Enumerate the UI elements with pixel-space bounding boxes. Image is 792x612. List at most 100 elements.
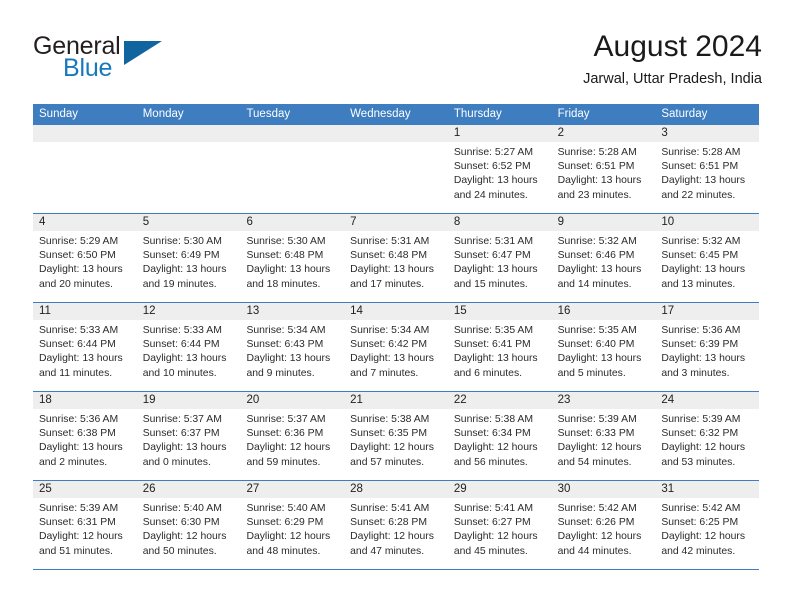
- day-number: 8: [447, 214, 552, 231]
- day-cell[interactable]: 27 Sunrise: 5:40 AM Sunset: 6:29 PM Dayl…: [240, 481, 345, 569]
- sunrise-text: Sunrise: 5:37 AM: [142, 414, 222, 425]
- day-details: Sunrise: 5:38 AM Sunset: 6:34 PM Dayligh…: [448, 409, 552, 476]
- day-cell[interactable]: 24 Sunrise: 5:39 AM Sunset: 6:32 PM Dayl…: [655, 392, 760, 480]
- day-details: Sunrise: 5:28 AM Sunset: 6:51 PM Dayligh…: [552, 142, 656, 209]
- day-details: Sunrise: 5:35 AM Sunset: 6:41 PM Dayligh…: [448, 320, 552, 387]
- day-cell[interactable]: [33, 125, 137, 213]
- day-details: Sunrise: 5:30 AM Sunset: 6:48 PM Dayligh…: [240, 231, 344, 298]
- day-number: 9: [551, 214, 656, 231]
- sunrise-text: Sunrise: 5:35 AM: [557, 325, 637, 336]
- daylight-text-line1: Daylight: 13 hours: [661, 175, 746, 187]
- daylight-text-line1: Daylight: 13 hours: [39, 264, 123, 276]
- daylight-text-line2: and 3 minutes.: [661, 367, 730, 379]
- sunrise-text: Sunrise: 5:42 AM: [661, 503, 741, 514]
- daylight-text-line1: Daylight: 13 hours: [142, 442, 227, 454]
- day-cell[interactable]: [344, 125, 448, 213]
- day-cell[interactable]: 14 Sunrise: 5:34 AM Sunset: 6:42 PM Dayl…: [344, 303, 448, 391]
- day-cell[interactable]: 29 Sunrise: 5:41 AM Sunset: 6:27 PM Dayl…: [447, 481, 552, 569]
- sunset-text: Sunset: 6:26 PM: [557, 517, 635, 529]
- day-number: 11: [33, 303, 137, 320]
- day-cell[interactable]: 11 Sunrise: 5:33 AM Sunset: 6:44 PM Dayl…: [33, 303, 137, 391]
- day-number: 4: [33, 214, 137, 231]
- day-details: [33, 142, 137, 152]
- day-cell[interactable]: 30 Sunrise: 5:42 AM Sunset: 6:26 PM Dayl…: [551, 481, 656, 569]
- daylight-text-line2: and 6 minutes.: [453, 367, 523, 379]
- day-cell[interactable]: 23 Sunrise: 5:39 AM Sunset: 6:33 PM Dayl…: [551, 392, 656, 480]
- day-details: Sunrise: 5:28 AM Sunset: 6:51 PM Dayligh…: [655, 142, 759, 209]
- day-number: 30: [551, 481, 656, 498]
- day-cell[interactable]: 26 Sunrise: 5:40 AM Sunset: 6:30 PM Dayl…: [136, 481, 241, 569]
- sunset-text: Sunset: 6:28 PM: [350, 517, 427, 529]
- day-number: 5: [136, 214, 241, 231]
- day-number: 10: [655, 214, 760, 231]
- day-cell[interactable]: 2 Sunrise: 5:28 AM Sunset: 6:51 PM Dayli…: [551, 125, 656, 213]
- day-cell[interactable]: 20 Sunrise: 5:37 AM Sunset: 6:36 PM Dayl…: [240, 392, 345, 480]
- day-number: 27: [240, 481, 345, 498]
- day-number: 25: [33, 481, 137, 498]
- page-title: August 2024: [593, 30, 762, 63]
- day-number: 13: [240, 303, 345, 320]
- daylight-text-line2: and 19 minutes.: [142, 278, 217, 290]
- day-cell[interactable]: 17 Sunrise: 5:36 AM Sunset: 6:39 PM Dayl…: [655, 303, 760, 391]
- day-cell[interactable]: 15 Sunrise: 5:35 AM Sunset: 6:41 PM Dayl…: [447, 303, 552, 391]
- day-cell[interactable]: 7 Sunrise: 5:31 AM Sunset: 6:48 PM Dayli…: [344, 214, 448, 302]
- daylight-text-line1: Daylight: 12 hours: [661, 442, 746, 454]
- day-cell[interactable]: 22 Sunrise: 5:38 AM Sunset: 6:34 PM Dayl…: [447, 392, 552, 480]
- day-cell[interactable]: 19 Sunrise: 5:37 AM Sunset: 6:37 PM Dayl…: [136, 392, 241, 480]
- daylight-text-line1: Daylight: 13 hours: [661, 353, 746, 365]
- triangle-logo-icon: [124, 41, 162, 65]
- brand-logo[interactable]: General Blue: [33, 32, 253, 92]
- day-cell[interactable]: 9 Sunrise: 5:32 AM Sunset: 6:46 PM Dayli…: [551, 214, 656, 302]
- day-number: 1: [447, 125, 552, 142]
- day-cell[interactable]: 6 Sunrise: 5:30 AM Sunset: 6:48 PM Dayli…: [240, 214, 345, 302]
- day-cell[interactable]: 18 Sunrise: 5:36 AM Sunset: 6:38 PM Dayl…: [33, 392, 137, 480]
- daylight-text-line2: and 18 minutes.: [246, 278, 321, 290]
- day-number: 3: [655, 125, 760, 142]
- daylight-text-line2: and 22 minutes.: [661, 189, 736, 201]
- day-cell[interactable]: 8 Sunrise: 5:31 AM Sunset: 6:47 PM Dayli…: [447, 214, 552, 302]
- day-details: Sunrise: 5:41 AM Sunset: 6:28 PM Dayligh…: [344, 498, 448, 565]
- day-cell[interactable]: 21 Sunrise: 5:38 AM Sunset: 6:35 PM Dayl…: [344, 392, 448, 480]
- sunrise-text: Sunrise: 5:35 AM: [453, 325, 534, 336]
- day-number: [33, 125, 137, 142]
- day-cell[interactable]: 5 Sunrise: 5:30 AM Sunset: 6:49 PM Dayli…: [136, 214, 241, 302]
- weekday-header-saturday: Saturday: [661, 108, 708, 120]
- daylight-text-line2: and 15 minutes.: [453, 278, 528, 290]
- day-cell[interactable]: [136, 125, 241, 213]
- day-cell[interactable]: 1 Sunrise: 5:27 AM Sunset: 6:52 PM Dayli…: [447, 125, 552, 213]
- sunset-text: Sunset: 6:44 PM: [142, 339, 220, 351]
- day-cell[interactable]: 31 Sunrise: 5:42 AM Sunset: 6:25 PM Dayl…: [655, 481, 760, 569]
- sunset-text: Sunset: 6:45 PM: [661, 250, 739, 262]
- day-details: Sunrise: 5:41 AM Sunset: 6:27 PM Dayligh…: [448, 498, 552, 565]
- day-cell[interactable]: 4 Sunrise: 5:29 AM Sunset: 6:50 PM Dayli…: [33, 214, 137, 302]
- daylight-text-line2: and 44 minutes.: [557, 545, 632, 557]
- day-cell[interactable]: 13 Sunrise: 5:34 AM Sunset: 6:43 PM Dayl…: [240, 303, 345, 391]
- day-number: 7: [344, 214, 448, 231]
- day-details: Sunrise: 5:42 AM Sunset: 6:26 PM Dayligh…: [552, 498, 656, 565]
- day-cell[interactable]: 16 Sunrise: 5:35 AM Sunset: 6:40 PM Dayl…: [551, 303, 656, 391]
- day-cell[interactable]: 28 Sunrise: 5:41 AM Sunset: 6:28 PM Dayl…: [344, 481, 448, 569]
- daylight-text-line1: Daylight: 13 hours: [350, 264, 434, 276]
- sunset-text: Sunset: 6:46 PM: [557, 250, 635, 262]
- daylight-text-line2: and 51 minutes.: [39, 545, 113, 557]
- daylight-text-line2: and 48 minutes.: [246, 545, 321, 557]
- daylight-text-line1: Daylight: 13 hours: [246, 264, 331, 276]
- day-number: 29: [447, 481, 552, 498]
- sunset-text: Sunset: 6:35 PM: [350, 428, 427, 440]
- sunrise-text: Sunrise: 5:31 AM: [453, 236, 534, 247]
- daylight-text-line1: Daylight: 13 hours: [142, 264, 227, 276]
- title-block: August 2024 Jarwal, Uttar Pradesh, India: [583, 28, 762, 90]
- sunset-text: Sunset: 6:41 PM: [453, 339, 531, 351]
- day-details: Sunrise: 5:39 AM Sunset: 6:33 PM Dayligh…: [552, 409, 656, 476]
- sunrise-text: Sunrise: 5:34 AM: [350, 325, 430, 336]
- sunset-text: Sunset: 6:51 PM: [661, 161, 739, 173]
- day-cell[interactable]: 12 Sunrise: 5:33 AM Sunset: 6:44 PM Dayl…: [136, 303, 241, 391]
- day-cell[interactable]: 3 Sunrise: 5:28 AM Sunset: 6:51 PM Dayli…: [655, 125, 760, 213]
- day-cell[interactable]: 25 Sunrise: 5:39 AM Sunset: 6:31 PM Dayl…: [33, 481, 137, 569]
- day-number: 6: [240, 214, 345, 231]
- day-cell[interactable]: [240, 125, 345, 213]
- sunrise-text: Sunrise: 5:36 AM: [39, 414, 119, 425]
- day-cell[interactable]: 10 Sunrise: 5:32 AM Sunset: 6:45 PM Dayl…: [655, 214, 760, 302]
- day-number: 31: [655, 481, 760, 498]
- sunset-text: Sunset: 6:32 PM: [661, 428, 739, 440]
